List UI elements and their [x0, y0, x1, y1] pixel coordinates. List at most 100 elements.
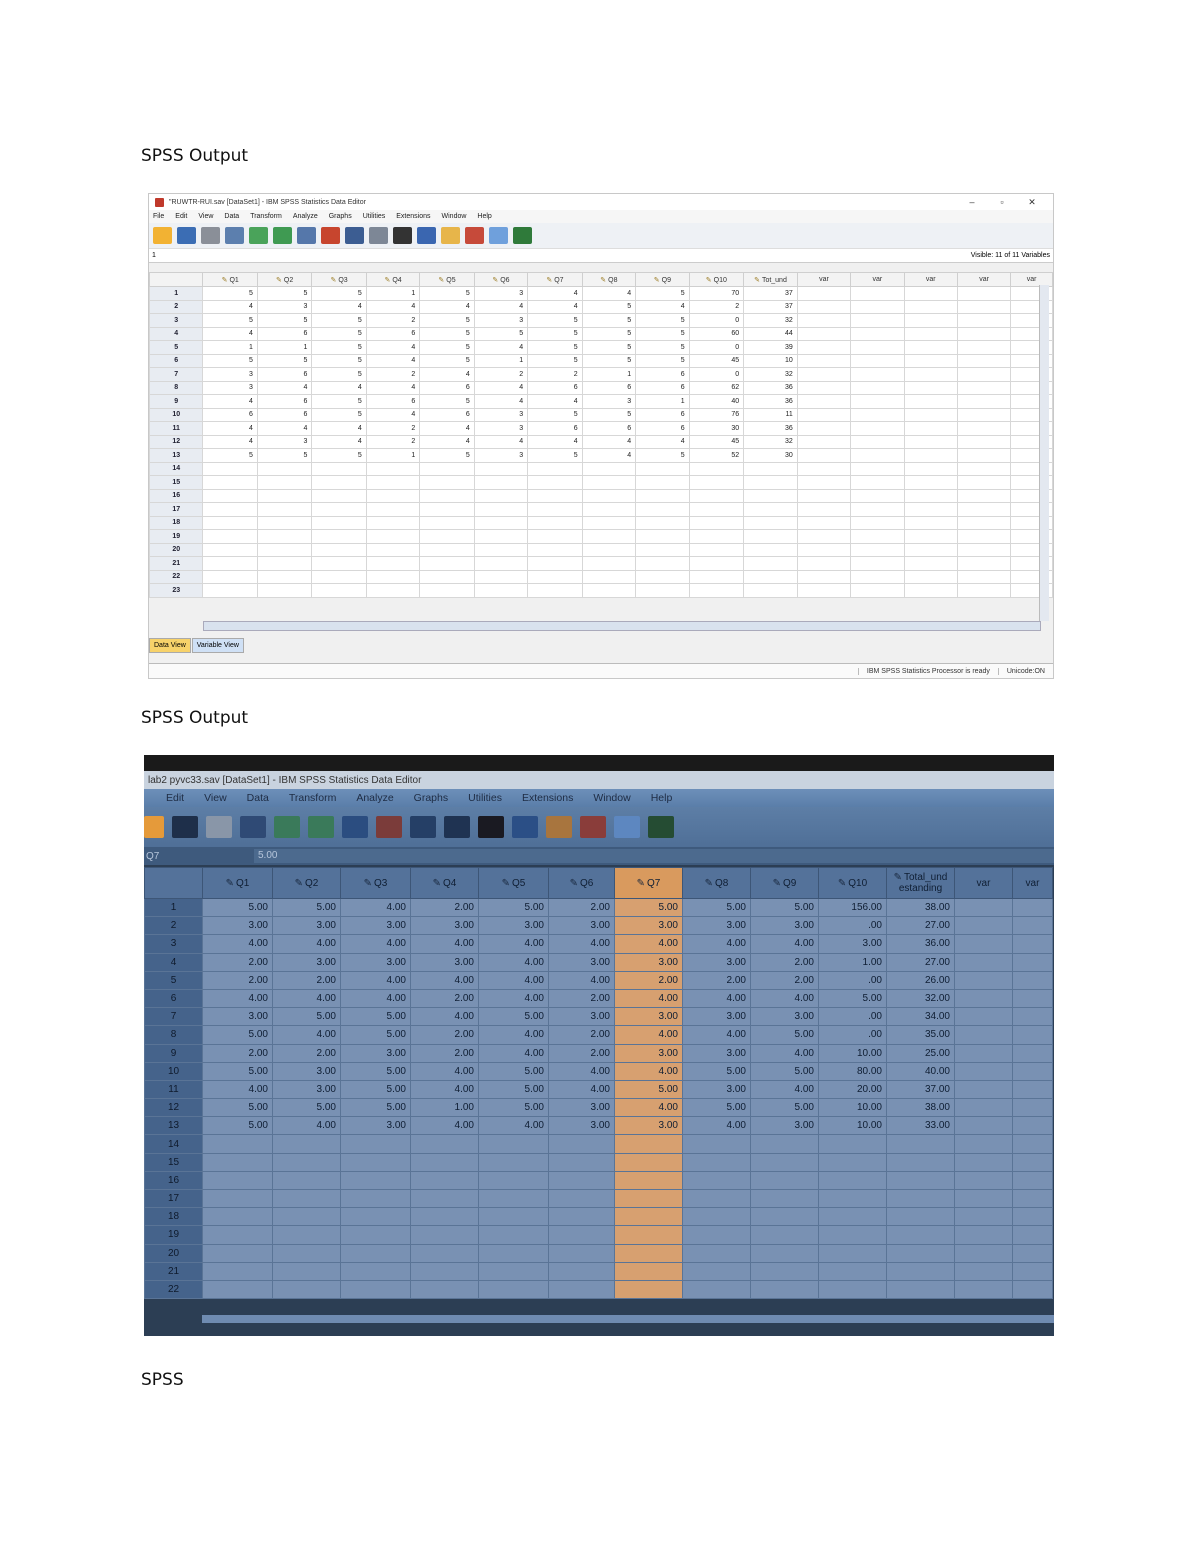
- data-cell[interactable]: 3.00: [548, 916, 615, 936]
- data-cell[interactable]: [796, 407, 852, 422]
- data-cell[interactable]: 3.00: [614, 952, 683, 972]
- data-cell[interactable]: [1012, 1025, 1053, 1045]
- data-cell[interactable]: [202, 569, 258, 584]
- data-cell[interactable]: 36: [743, 380, 798, 395]
- data-cell[interactable]: 5: [419, 448, 475, 463]
- row-number[interactable]: 13: [149, 448, 204, 463]
- data-cell[interactable]: [688, 475, 745, 490]
- data-cell[interactable]: [796, 461, 852, 476]
- row-number[interactable]: 10: [149, 407, 204, 422]
- data-cell[interactable]: 3.00: [682, 1043, 751, 1063]
- data-cell[interactable]: [850, 380, 905, 395]
- data-cell[interactable]: 6: [581, 380, 637, 395]
- row-number[interactable]: 11: [144, 1079, 203, 1100]
- data-cell[interactable]: [688, 569, 745, 584]
- data-cell[interactable]: [886, 1207, 955, 1227]
- column-header[interactable]: ✎ Q7: [614, 867, 683, 899]
- data-cell[interactable]: [796, 529, 852, 544]
- data-cell[interactable]: [365, 461, 421, 476]
- data-cell[interactable]: [256, 461, 313, 476]
- data-cell[interactable]: [682, 1243, 751, 1263]
- data-cell[interactable]: [478, 1170, 549, 1191]
- data-cell[interactable]: [886, 1188, 955, 1209]
- data-cell[interactable]: 3: [256, 434, 313, 449]
- data-cell[interactable]: 2.00: [548, 1025, 615, 1045]
- data-cell[interactable]: 6: [635, 407, 690, 422]
- data-cell[interactable]: 4: [419, 299, 475, 314]
- data-cell[interactable]: [850, 313, 905, 328]
- data-cell[interactable]: [850, 286, 905, 301]
- data-cell[interactable]: [581, 556, 637, 571]
- row-number[interactable]: 20: [149, 542, 204, 557]
- data-cell[interactable]: [1012, 1152, 1053, 1172]
- data-cell[interactable]: 2.00: [750, 970, 819, 990]
- data-cell[interactable]: [682, 1134, 751, 1154]
- data-cell[interactable]: [478, 1261, 549, 1281]
- data-cell[interactable]: 3.00: [340, 952, 411, 972]
- data-cell[interactable]: [1012, 1170, 1053, 1191]
- data-cell[interactable]: 32: [743, 313, 798, 328]
- data-cell[interactable]: [272, 1261, 341, 1281]
- data-cell[interactable]: [954, 1261, 1013, 1281]
- menu-item-edit[interactable]: Edit: [175, 213, 187, 220]
- column-header[interactable]: ✎ Q1: [202, 272, 258, 287]
- row-number[interactable]: 13: [144, 1116, 203, 1136]
- data-cell[interactable]: [682, 1225, 751, 1245]
- data-cell[interactable]: 3.00: [410, 916, 479, 936]
- data-cell[interactable]: [750, 1225, 819, 1245]
- data-cell[interactable]: [311, 475, 367, 490]
- data-cell[interactable]: [202, 1261, 273, 1281]
- data-cell[interactable]: 4.00: [340, 970, 411, 990]
- data-cell[interactable]: 3.00: [818, 934, 887, 954]
- data-cell[interactable]: 3: [473, 313, 529, 328]
- data-cell[interactable]: [340, 1243, 411, 1263]
- data-cell[interactable]: 6: [256, 394, 313, 409]
- data-cell[interactable]: 3.00: [614, 1043, 683, 1063]
- data-cell[interactable]: [473, 583, 529, 598]
- row-number[interactable]: 6: [149, 353, 204, 368]
- data-cell[interactable]: [256, 569, 313, 584]
- data-cell[interactable]: 4.00: [202, 934, 273, 954]
- data-cell[interactable]: [478, 1188, 549, 1209]
- data-cell[interactable]: [850, 340, 905, 355]
- row-number[interactable]: 1: [149, 286, 204, 301]
- data-cell[interactable]: [954, 1061, 1013, 1081]
- data-cell[interactable]: 52: [688, 448, 745, 463]
- data-cell[interactable]: [635, 529, 690, 544]
- data-cell[interactable]: 80.00: [818, 1061, 887, 1081]
- data-cell[interactable]: [311, 529, 367, 544]
- data-cell[interactable]: [478, 1152, 549, 1172]
- data-cell[interactable]: [581, 583, 637, 598]
- data-cell[interactable]: [548, 1279, 615, 1300]
- data-cell[interactable]: 6: [256, 326, 313, 341]
- data-cell[interactable]: 1: [365, 286, 421, 301]
- redo-icon[interactable]: [308, 816, 334, 838]
- data-cell[interactable]: [954, 952, 1013, 972]
- data-cell[interactable]: 5.00: [750, 897, 819, 918]
- data-cell[interactable]: [410, 1152, 479, 1172]
- data-cell[interactable]: [202, 542, 258, 557]
- data-cell[interactable]: [614, 1134, 683, 1154]
- data-cell[interactable]: 4: [635, 299, 690, 314]
- data-cell[interactable]: 4: [311, 421, 367, 436]
- horizontal-scrollbar[interactable]: [202, 1315, 1054, 1323]
- data-cell[interactable]: 4: [311, 434, 367, 449]
- data-cell[interactable]: [202, 1279, 273, 1300]
- data-cell[interactable]: 39: [743, 340, 798, 355]
- data-cell[interactable]: [473, 502, 529, 517]
- data-grid[interactable]: ✎ Q1 ✎ Q2 ✎ Q3 ✎ Q4 ✎ Q5 ✎ Q6 ✎ Q7 ✎ Q8 ✎ Q9 ✎ Q10 ✎ Tot_und v…: [149, 272, 1053, 598]
- data-cell[interactable]: [581, 569, 637, 584]
- row-number[interactable]: 4: [149, 326, 204, 341]
- data-cell[interactable]: [365, 488, 421, 503]
- data-cell[interactable]: [478, 1207, 549, 1227]
- data-cell[interactable]: 4.00: [548, 1061, 615, 1081]
- menu-item-window[interactable]: Window: [442, 213, 467, 220]
- data-cell[interactable]: [340, 1188, 411, 1209]
- data-cell[interactable]: 4.00: [750, 988, 819, 1009]
- data-cell[interactable]: [548, 1188, 615, 1209]
- data-cell[interactable]: 3.00: [272, 1061, 341, 1081]
- data-cell[interactable]: [688, 502, 745, 517]
- data-cell[interactable]: [202, 515, 258, 530]
- data-cell[interactable]: 2: [365, 421, 421, 436]
- data-cell[interactable]: [850, 367, 905, 382]
